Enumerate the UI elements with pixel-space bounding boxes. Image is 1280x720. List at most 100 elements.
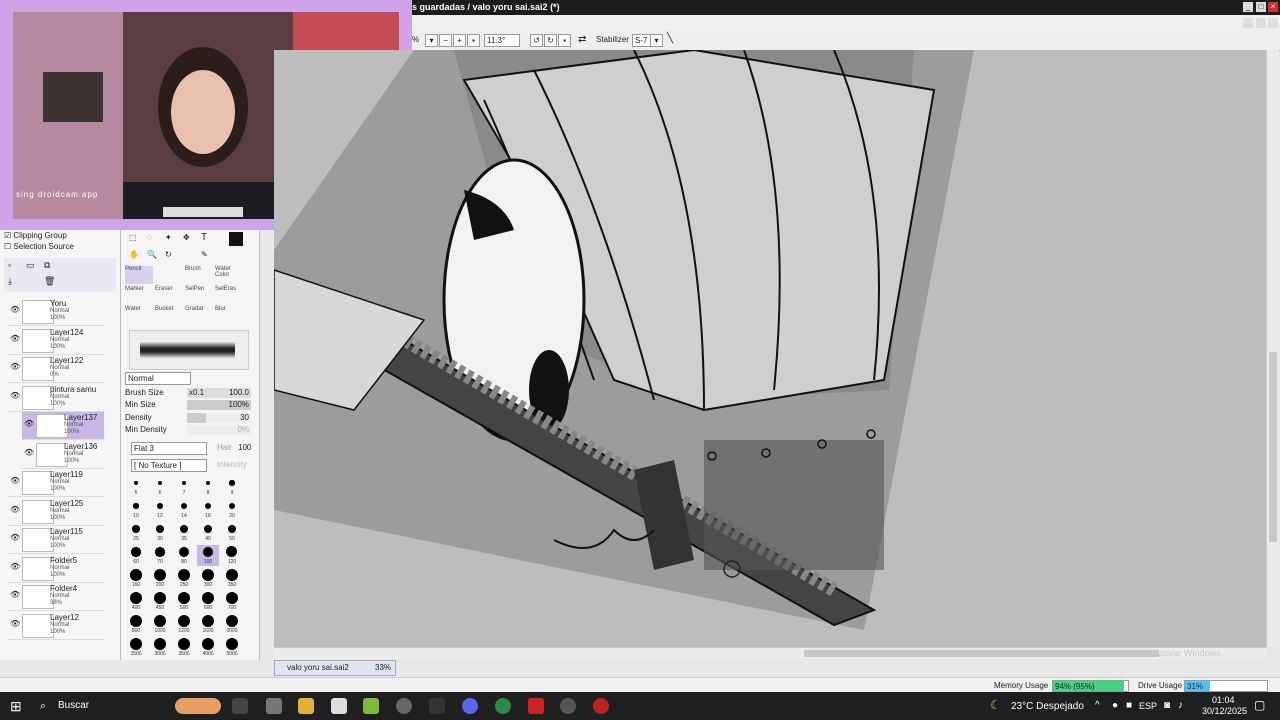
valorant-icon[interactable] [528, 698, 544, 714]
brush-size-cell[interactable]: 12 [149, 499, 171, 520]
rotation-field[interactable]: 11.3° [484, 34, 520, 47]
brush-tool-button[interactable]: SelPen [185, 286, 213, 304]
merge-icon[interactable]: ⤓ [8, 276, 12, 287]
lasso-icon[interactable]: ◌ [147, 233, 152, 242]
doc-close-button[interactable] [1268, 18, 1278, 28]
brush-size-cell[interactable]: 200 [149, 568, 171, 589]
doc-minimize-button[interactable] [1243, 18, 1253, 28]
volume-icon[interactable]: ♪ [1178, 700, 1183, 711]
brush-size-cell[interactable]: 40 [197, 522, 219, 543]
brush-size-cell[interactable]: 25 [125, 522, 147, 543]
magic-wand-icon[interactable]: ✦ [165, 233, 172, 242]
selection-source-checkbox[interactable]: ☐ Selection Source [4, 242, 74, 251]
horizontal-scroll-thumb[interactable] [804, 650, 1159, 657]
brush-size-cell[interactable]: 70 [149, 545, 171, 566]
eye-icon[interactable]: 👁 [10, 619, 20, 629]
taskbar-widget-icon[interactable] [175, 698, 221, 714]
network-icon[interactable]: ◙ [1164, 700, 1170, 711]
stabilizer-field[interactable]: S-7 [632, 34, 652, 47]
new-folder-icon[interactable]: ▭ [26, 260, 35, 271]
maximize-button[interactable]: □ [1256, 2, 1266, 12]
brush-size-cell[interactable]: 1000 [149, 614, 171, 635]
horizontal-scrollbar[interactable]: Activar Windows [274, 647, 1266, 659]
eye-icon[interactable]: 👁 [24, 448, 34, 458]
layer-row[interactable]: 👁 Layer124 Normal 100% [8, 326, 104, 355]
brush-size-cell[interactable]: 600 [197, 591, 219, 612]
brush-tool-button[interactable]: Gradat [185, 306, 213, 324]
clock-date[interactable]: 30/12/2025 [1202, 706, 1247, 716]
marquee-icon[interactable]: ⬚ [129, 233, 137, 242]
eye-icon[interactable]: 👁 [10, 505, 20, 515]
eye-icon[interactable]: 👁 [10, 562, 20, 572]
brush-size-cell[interactable]: 9 [221, 476, 243, 497]
brush-size-cell[interactable]: 800 [125, 614, 147, 635]
close-button[interactable]: × [1268, 2, 1278, 12]
layer-row[interactable]: 👁 Layer12 Normal 100% [8, 611, 104, 640]
obs-icon[interactable] [396, 698, 412, 714]
brush-size-cell[interactable]: 450 [149, 591, 171, 612]
rotate-left-icon[interactable]: ↺ [530, 34, 543, 47]
brush-size-cell[interactable]: 35 [173, 522, 195, 543]
brush-size-cell[interactable]: 2000 [221, 614, 243, 635]
text-tool-icon[interactable]: T [201, 232, 207, 243]
eye-icon[interactable]: 👁 [10, 305, 20, 315]
rotate-icon[interactable]: ↻ [165, 250, 172, 259]
taskbar-search[interactable]: Buscar [58, 700, 89, 711]
search-icon[interactable]: ⌕ [40, 700, 46, 713]
task-view-icon[interactable] [232, 698, 248, 714]
language-indicator[interactable]: ESP [1139, 701, 1157, 711]
brush-tool-button[interactable]: Eraser [155, 286, 183, 304]
brush-tool-button[interactable]: Pencil [125, 266, 153, 284]
brush-shape-select[interactable]: Flat 3 [131, 442, 207, 455]
brush-size-cell[interactable]: 300 [197, 568, 219, 589]
vertical-scroll-thumb[interactable] [1269, 352, 1277, 542]
layer-row[interactable]: 👁 Layer115 Normal 100% [8, 526, 104, 554]
tray-chevron-icon[interactable]: ^ [1095, 700, 1100, 711]
brush-size-slider[interactable]: x0.1 100.0 [187, 388, 251, 398]
app2-icon[interactable] [429, 698, 445, 714]
store-icon[interactable] [331, 698, 347, 714]
layer-row[interactable]: 👁 Folder5 Normal 100% [8, 554, 104, 583]
weather-text[interactable]: 23°C Despejado [1011, 701, 1084, 712]
brush-tool-button[interactable]: SelEras [215, 286, 243, 304]
min-size-slider[interactable]: 100% [187, 400, 251, 410]
brush-size-cell[interactable]: 700 [221, 591, 243, 612]
brush-size-cell[interactable]: 120 [221, 545, 243, 566]
tray-app-icon[interactable]: ■ [1126, 700, 1132, 711]
brush-size-cell[interactable]: 3500 [173, 637, 195, 658]
copy-layer-icon[interactable]: ⧉ [44, 260, 50, 271]
flip-icon[interactable]: ⇄ [578, 34, 586, 45]
discord-icon[interactable] [462, 698, 478, 714]
brush-size-cell[interactable]: 14 [173, 499, 195, 520]
eye-icon[interactable]: 👁 [24, 419, 34, 429]
mic-icon[interactable]: ● [1112, 700, 1118, 711]
rotate-right-icon[interactable]: ↻ [544, 34, 557, 47]
layer-row[interactable]: 👁 Layer122 Normal 0% [8, 355, 104, 383]
brush-size-cell[interactable]: 350 [221, 568, 243, 589]
brush-size-cell[interactable]: 6 [149, 476, 171, 497]
brush-tool-button[interactable]: Bucket [155, 306, 183, 324]
notifications-icon[interactable]: ▢ [1254, 698, 1265, 712]
rotate-reset-icon[interactable]: ▪ [558, 34, 571, 47]
eye-icon[interactable]: 👁 [10, 533, 20, 543]
stabilizer-dropdown-icon[interactable]: ▾ [650, 34, 663, 47]
brush-size-cell[interactable]: 80 [173, 545, 195, 566]
vertical-scrollbar[interactable] [1266, 50, 1279, 647]
eye-icon[interactable]: 👁 [10, 391, 20, 401]
hand-icon[interactable]: ✋ [129, 250, 139, 259]
windows-start-icon[interactable]: ⊞ [10, 698, 22, 715]
brush-size-cell[interactable]: 100 [197, 545, 219, 566]
brush-size-cell[interactable]: 3000 [149, 637, 171, 658]
layer-row[interactable]: 👁 Yoru Normal 100% [8, 298, 104, 326]
drawing-canvas[interactable] [274, 50, 1266, 647]
density-slider[interactable]: 30 [187, 413, 251, 423]
foreground-color-swatch[interactable] [229, 232, 243, 246]
eye-icon[interactable]: 👁 [10, 476, 20, 486]
brush-size-cell[interactable]: 7 [173, 476, 195, 497]
zoom-reset-icon[interactable]: ▪ [467, 34, 480, 47]
layer-row[interactable]: 👁 Layer137 Normal 100% [22, 412, 104, 440]
eye-icon[interactable]: 👁 [10, 334, 20, 344]
layer-row[interactable]: 👁 Layer125 Normal 100% [8, 497, 104, 526]
eye-icon[interactable]: 👁 [10, 590, 20, 600]
brush-size-cell[interactable]: 8 [197, 476, 219, 497]
